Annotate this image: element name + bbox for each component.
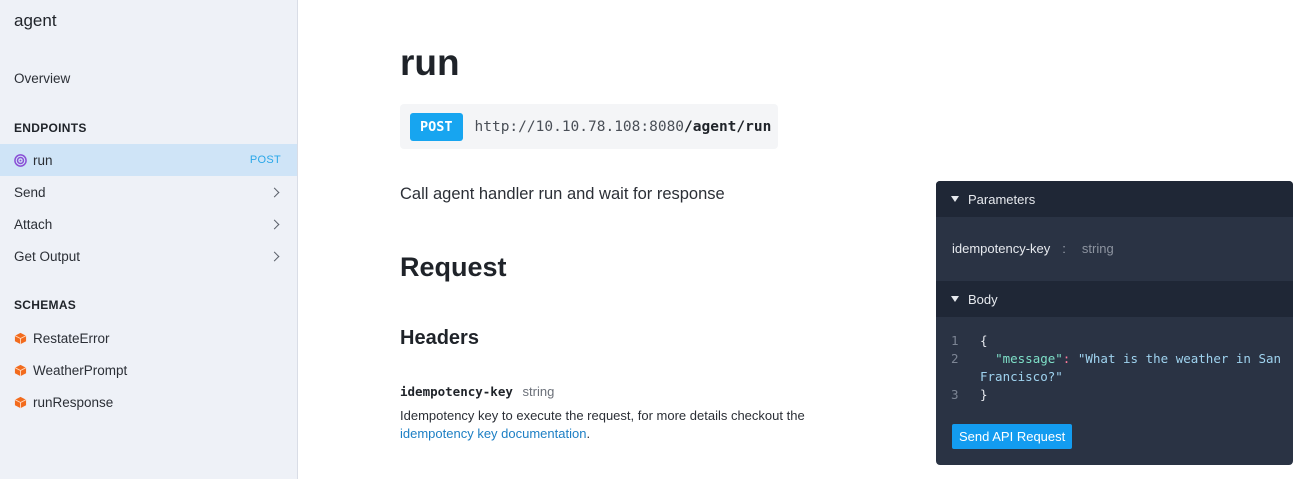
header-param: idempotency-key string <box>400 384 554 399</box>
param-colon: : <box>1062 241 1066 256</box>
sidebar-item-label: Attach <box>14 216 53 232</box>
sidebar-item-run[interactable]: run POST <box>0 144 297 176</box>
try-it-panel: Parameters idempotency-key: string Body 1… <box>936 181 1293 465</box>
send-api-request-button[interactable]: Send API Request <box>952 424 1073 449</box>
sidebar-item-restate-error[interactable]: RestateError <box>0 322 297 354</box>
request-heading: Request <box>400 252 507 282</box>
json-value: Francisco?" <box>980 369 1063 384</box>
endpoint-description: Call agent handler run and wait for resp… <box>400 185 725 203</box>
sidebar-item-attach[interactable]: Attach <box>0 208 297 240</box>
param-desc-text: Idempotency key to execute the request, … <box>400 408 805 423</box>
endpoint-bar: POST http://10.10.78.108:8080/agent/run <box>400 104 778 149</box>
code-line: 3 } <box>936 386 1293 404</box>
sidebar-item-weather-prompt[interactable]: WeatherPrompt <box>0 354 297 386</box>
sidebar-title: agent <box>14 11 57 30</box>
param-description: Idempotency key to execute the request, … <box>400 407 820 443</box>
body-editor[interactable]: 1 { 2 "message": "What is the weather in… <box>936 332 1293 404</box>
body-toggle[interactable]: Body <box>936 281 1293 317</box>
cube-icon <box>14 364 27 376</box>
param-desc-end: . <box>586 426 591 441</box>
param-key: idempotency-key <box>952 241 1051 256</box>
idempotency-docs-link[interactable]: idempotency key documentation <box>400 426 586 441</box>
line-number: 3 <box>951 387 959 402</box>
schemas-heading: SCHEMAS <box>14 298 77 312</box>
idempotency-key-input[interactable]: string <box>1082 241 1114 256</box>
caret-down-icon <box>951 196 959 202</box>
chevron-right-icon <box>269 219 280 229</box>
method-badge: POST <box>249 154 281 166</box>
param-row: idempotency-key: string <box>952 241 1114 256</box>
line-number: 1 <box>951 333 959 348</box>
sidebar-item-label: WeatherPrompt <box>33 362 128 378</box>
chevron-right-icon <box>269 187 280 197</box>
param-type: string <box>522 384 555 399</box>
body-label: Body <box>968 291 998 307</box>
sidebar-item-run-response[interactable]: runResponse <box>0 386 297 418</box>
code-text: } <box>980 387 988 402</box>
caret-down-icon <box>951 296 959 302</box>
endpoint-url: http://10.10.78.108:8080/agent/run <box>475 119 772 135</box>
code-text: { <box>980 333 988 348</box>
line-number <box>936 368 980 386</box>
chevron-right-icon <box>269 251 280 261</box>
cube-icon <box>14 332 27 344</box>
sidebar: agent Overview ENDPOINTS run POST Send A… <box>0 0 298 479</box>
sidebar-item-get-output[interactable]: Get Output <box>0 240 297 272</box>
sidebar-item-label: runResponse <box>33 394 114 410</box>
code-line: Francisco?" <box>936 368 1293 386</box>
json-sep: : <box>1062 351 1078 366</box>
code-line: 2 "message": "What is the weather in San <box>936 350 1293 368</box>
parameters-toggle[interactable]: Parameters <box>936 181 1293 217</box>
parameters-label: Parameters <box>968 191 1036 207</box>
headers-heading: Headers <box>400 327 479 349</box>
url-base: http://10.10.78.108:8080 <box>474 118 685 135</box>
sidebar-item-overview[interactable]: Overview <box>0 62 297 94</box>
sidebar-item-label: Send <box>14 184 46 200</box>
endpoints-heading: ENDPOINTS <box>14 121 87 135</box>
json-value: "What is the weather in San <box>1077 351 1282 366</box>
cube-icon <box>14 396 27 408</box>
sidebar-item-label: run <box>33 152 53 168</box>
param-name: idempotency-key <box>400 384 513 399</box>
code-line: 1 { <box>936 332 1293 350</box>
json-key: "message" <box>995 351 1063 366</box>
target-icon <box>14 153 27 167</box>
sidebar-item-label: Overview <box>14 70 71 86</box>
sidebar-item-label: Get Output <box>14 248 81 264</box>
sidebar-item-label: RestateError <box>33 330 110 346</box>
sidebar-item-send[interactable]: Send <box>0 176 297 208</box>
method-badge: POST <box>410 112 463 141</box>
page-title: run <box>400 42 460 83</box>
line-number: 2 <box>951 351 959 366</box>
url-path: /agent/run <box>684 118 772 135</box>
